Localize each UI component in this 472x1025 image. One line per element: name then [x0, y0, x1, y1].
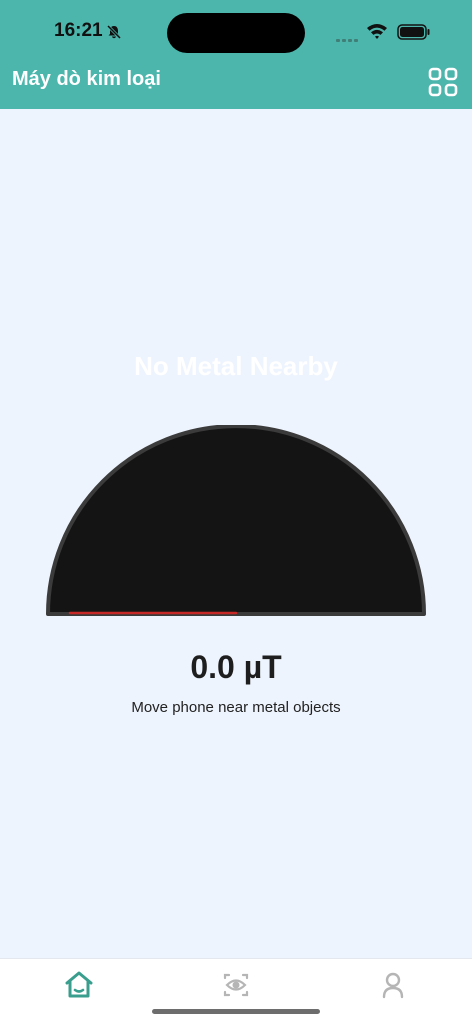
grid-menu-button[interactable] — [428, 67, 458, 97]
instruction-text: Move phone near metal objects — [131, 699, 341, 716]
status-bar: 16:21 — [0, 0, 472, 60]
cellular-signal-icon — [336, 30, 360, 48]
home-indicator — [152, 1009, 320, 1014]
tab-scanner[interactable] — [220, 969, 252, 1001]
grid-icon — [428, 67, 458, 97]
bell-muted-icon — [106, 24, 122, 45]
field-strength-reading: 0.0 µT — [190, 649, 282, 685]
app-title: Máy dò kim loại — [12, 68, 161, 90]
app-header: 16:21 Máy dò kim loại — [0, 0, 472, 109]
dynamic-island — [167, 13, 305, 53]
tab-profile[interactable] — [377, 969, 409, 1001]
magnetic-gauge — [45, 424, 427, 625]
wifi-icon — [366, 22, 388, 45]
home-icon — [65, 971, 93, 998]
gauge-dial — [46, 424, 426, 616]
battery-icon — [397, 24, 431, 45]
scanner-icon — [223, 973, 249, 997]
status-time: 16:21 — [54, 20, 103, 41]
bottom-tab-bar — [0, 958, 472, 1025]
detection-status-text: No Metal Nearby — [134, 351, 338, 381]
profile-icon — [382, 972, 404, 999]
tab-home[interactable] — [63, 969, 95, 1001]
